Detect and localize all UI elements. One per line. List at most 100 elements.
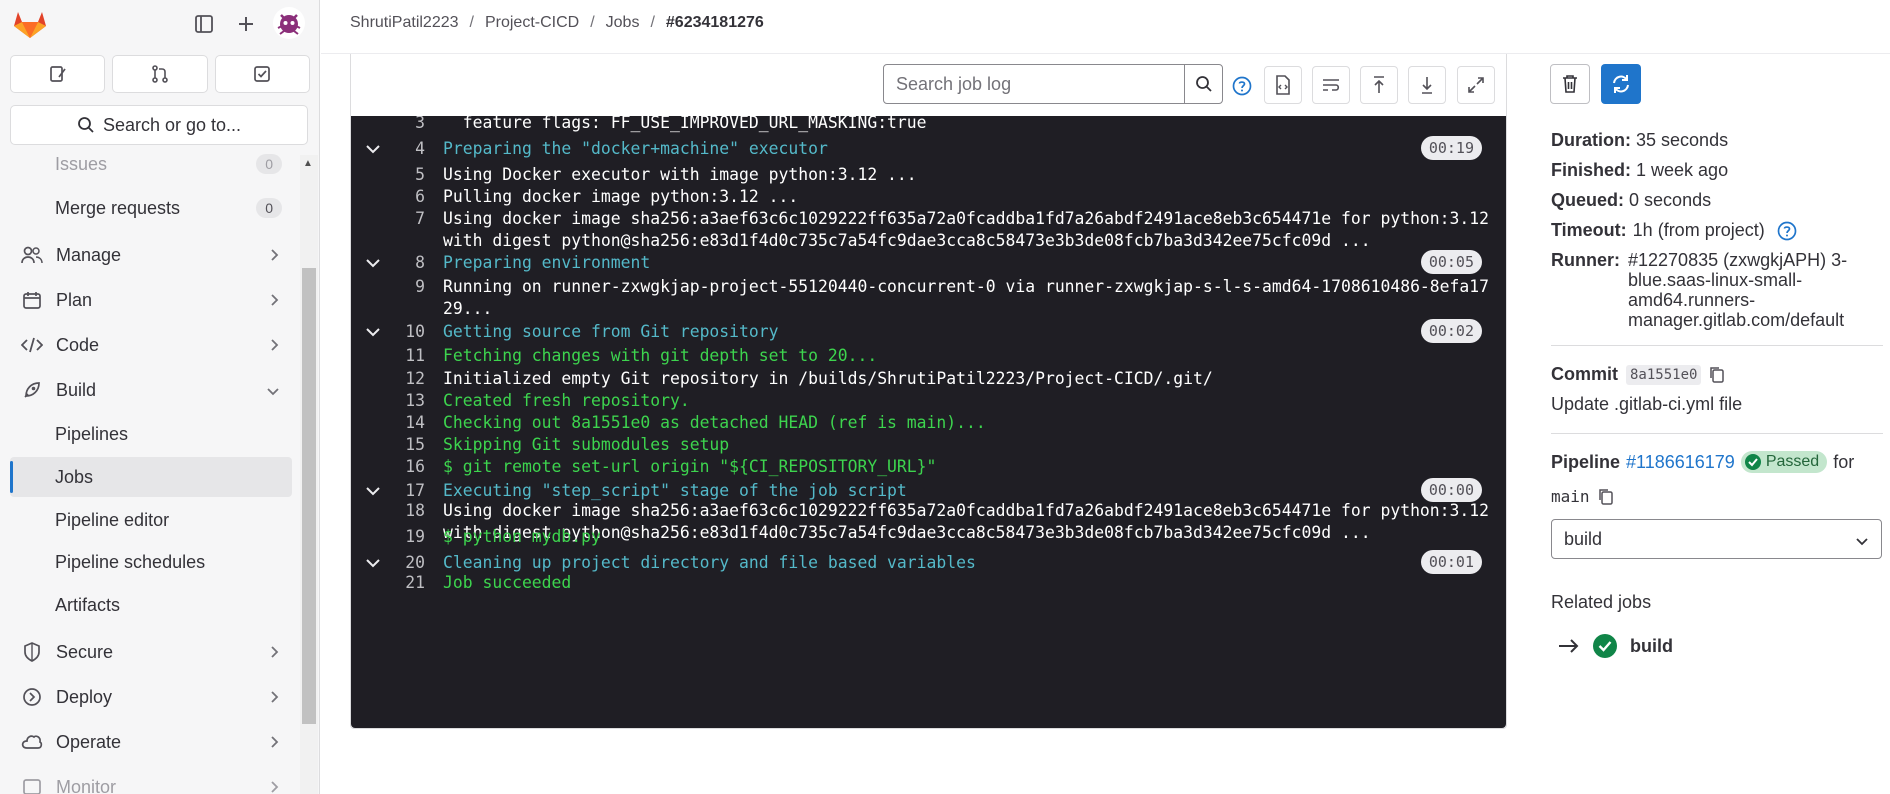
sidebar-item-deploy[interactable]: Deploy [10, 677, 292, 717]
commit-sha[interactable]: 8a1551e0 [1626, 364, 1702, 385]
plus-icon[interactable] [232, 10, 260, 38]
log-line-number[interactable]: 9 [381, 276, 425, 298]
log-line-number[interactable]: 4 [381, 138, 425, 160]
log-section-header[interactable]: 20 Cleaning up project directory and file… [351, 550, 1506, 574]
chevron-down-icon[interactable] [365, 255, 381, 271]
trash-icon [1563, 75, 1577, 93]
branch-name[interactable]: main [1551, 487, 1590, 506]
sidebar-item-jobs[interactable]: Jobs [10, 457, 292, 497]
log-section-header[interactable]: 10 Getting source from Git repository 00:0… [351, 319, 1506, 345]
avatar[interactable] [272, 6, 306, 40]
log-line: 18 Using docker image sha256:a3aef63c6c10… [351, 500, 1506, 542]
wrap-lines-button[interactable] [1312, 66, 1350, 104]
chevron-down-icon[interactable] [365, 324, 381, 340]
log-line-text: Using Docker executor with image python:… [443, 165, 917, 184]
log-line-number[interactable]: 21 [381, 572, 425, 594]
pipeline-link[interactable]: #1186616179 [1626, 452, 1735, 473]
sidebar-item-merge-requests[interactable]: Merge requests 0 [10, 188, 292, 228]
log-search-button[interactable] [1184, 65, 1222, 103]
log-line-text: Job succeeded [443, 573, 572, 592]
log-line-number[interactable]: 18 [381, 500, 425, 522]
log-line-number[interactable]: 19 [381, 526, 425, 548]
sidebar-item-pipelines[interactable]: Pipelines [10, 414, 292, 454]
sidebar-item-pipeline-schedules[interactable]: Pipeline schedules [10, 542, 292, 582]
stage-select[interactable]: build [1551, 519, 1882, 559]
log-line: 9 Running on runner-zxwgkjap-project-5512… [351, 276, 1506, 318]
log-line: 12 Initialized empty Git repository in /b… [351, 368, 1506, 390]
sidebar-item-manage[interactable]: Manage [10, 235, 292, 275]
related-job-item[interactable]: build [1558, 633, 1673, 659]
timeout-label: Timeout: [1551, 220, 1627, 240]
log-search-input[interactable] [884, 65, 1184, 103]
sidebar-item-operate[interactable]: Operate [10, 722, 292, 762]
merge-requests-icon[interactable] [112, 55, 208, 93]
log-line-number[interactable]: 13 [381, 390, 425, 412]
log-line-number[interactable]: 7 [381, 208, 425, 230]
log-line-number[interactable]: 20 [381, 552, 425, 574]
breadcrumb-project[interactable]: Project-CICD [485, 14, 579, 32]
runner-value: #12270835 (zxwgkjAPH) 3-blue.saas-linux-… [1628, 250, 1848, 330]
log-line-number[interactable]: 3 [381, 116, 425, 134]
log-line-number[interactable]: 16 [381, 456, 425, 478]
sidebar-item-code[interactable]: Code [10, 325, 292, 365]
sidebar-item-build[interactable]: Build [10, 370, 292, 410]
sidebar-item-pipeline-editor[interactable]: Pipeline editor [10, 500, 292, 540]
log-line-number[interactable]: 15 [381, 434, 425, 456]
sidebar-toggle-icon[interactable] [190, 10, 218, 38]
log-section-header[interactable]: 8 Preparing environment 00:05 [351, 250, 1506, 276]
chevron-down-icon[interactable] [365, 555, 381, 571]
chevron-down-icon[interactable] [365, 141, 381, 157]
question-circle-icon[interactable] [1232, 76, 1252, 96]
breadcrumb-job-id[interactable]: #6234181276 [666, 14, 764, 32]
sidebar-item-label: Deploy [56, 686, 113, 707]
scroll-to-bottom-button[interactable] [1408, 66, 1446, 104]
log-line-number[interactable]: 10 [381, 321, 425, 343]
retry-button[interactable] [1601, 64, 1641, 104]
commit-row: Commit 8a1551e0 [1551, 364, 1725, 385]
show-raw-button[interactable] [1264, 66, 1302, 104]
log-section-header[interactable]: 17 Executing "step_script" stage of the j… [351, 478, 1506, 502]
duration-row: Duration: 35 seconds [1551, 130, 1728, 151]
runner-label: Runner: [1551, 250, 1620, 270]
chevron-down-icon[interactable] [365, 483, 381, 499]
log-line-number[interactable]: 6 [381, 186, 425, 208]
copy-icon[interactable] [1709, 366, 1725, 384]
log-line-number[interactable]: 17 [381, 480, 425, 502]
log-line: 14 Checking out 8a1551e0 as detached HEAD… [351, 412, 1506, 434]
log-line-number[interactable]: 14 [381, 412, 425, 434]
check-circle-icon [1744, 454, 1761, 470]
scroll-to-top-button[interactable] [1360, 66, 1398, 104]
doc-code-icon [1276, 75, 1290, 95]
question-circle-icon[interactable] [1777, 221, 1797, 241]
status-badge[interactable]: Passed [1740, 451, 1828, 473]
log-line-text: $ python mydb.py [443, 527, 601, 546]
chevron-right-icon [270, 246, 280, 267]
sidebar-item-label: Monitor [56, 776, 117, 794]
sidebar-scrollbar-thumb[interactable] [302, 268, 316, 724]
log-line: 16 $ git remote set-url origin "${CI_REPO… [351, 456, 1506, 478]
log-line-number[interactable]: 12 [381, 368, 425, 390]
scroll-up-icon[interactable]: ▲ [303, 158, 313, 169]
timeout-row: Timeout: 1h (from project) [1551, 220, 1797, 241]
breadcrumb-jobs[interactable]: Jobs [606, 14, 640, 32]
log-section-header[interactable]: 4 Preparing the "docker+machine" executor… [351, 136, 1506, 162]
copy-icon[interactable] [1598, 488, 1614, 506]
assigned-issues-icon[interactable] [10, 55, 106, 93]
todo-icon[interactable] [214, 55, 310, 93]
sidebar-item-monitor[interactable]: Monitor [10, 767, 292, 794]
breadcrumb-user[interactable]: ShrutiPatil2223 [350, 14, 459, 32]
commit-message[interactable]: Update .gitlab-ci.yml file [1551, 394, 1742, 415]
sidebar-item-plan[interactable]: Plan [10, 280, 292, 320]
log-line-number[interactable]: 8 [381, 252, 425, 274]
fullscreen-button[interactable] [1457, 66, 1495, 104]
log-line-number[interactable]: 11 [381, 345, 425, 367]
sidebar-item-artifacts[interactable]: Artifacts [10, 585, 292, 625]
chevron-down-icon [266, 381, 280, 402]
sidebar-item-secure[interactable]: Secure [10, 632, 292, 672]
gitlab-logo-icon[interactable] [12, 8, 48, 40]
search-button[interactable]: Search or go to... [10, 105, 308, 145]
sidebar-item-label: Artifacts [55, 594, 121, 615]
log-line-number[interactable]: 5 [381, 164, 425, 186]
sidebar-item-issues[interactable]: Issues 0 [10, 150, 292, 184]
erase-log-button[interactable] [1550, 64, 1590, 104]
